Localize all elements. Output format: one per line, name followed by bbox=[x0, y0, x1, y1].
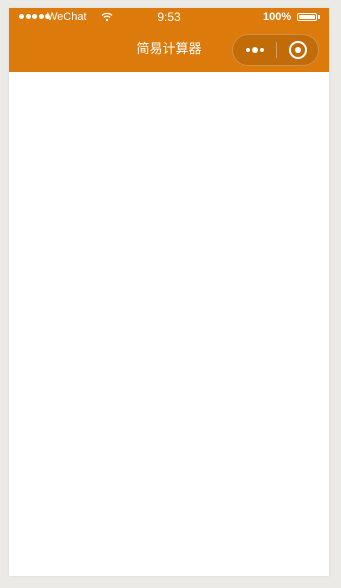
battery-percentage: 100% bbox=[263, 11, 292, 23]
close-button[interactable] bbox=[277, 35, 318, 65]
page-content bbox=[9, 72, 329, 576]
navigation-bar: WeChat 9:53 100% 简易计算器 bbox=[9, 8, 329, 72]
more-icon bbox=[245, 47, 264, 53]
phone-screen: WeChat 9:53 100% 简易计算器 bbox=[9, 8, 329, 576]
status-bar: WeChat 9:53 100% bbox=[9, 8, 329, 28]
battery-fill bbox=[299, 15, 315, 19]
battery-icon bbox=[297, 13, 317, 21]
close-target-icon bbox=[288, 41, 307, 59]
menu-capsule bbox=[232, 34, 319, 66]
battery-tip bbox=[318, 15, 320, 19]
more-button[interactable] bbox=[233, 35, 276, 65]
